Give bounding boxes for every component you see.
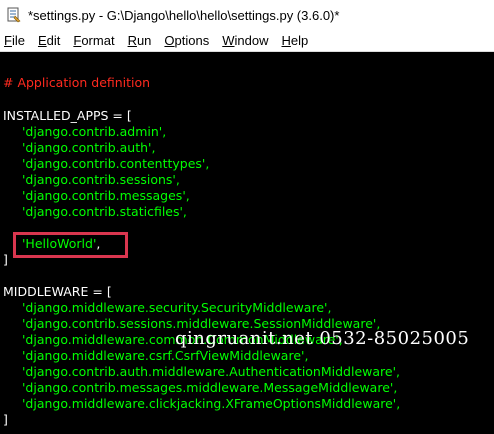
app-entry: 'django.contrib.staticfiles', bbox=[22, 204, 187, 219]
idle-editor-window: *settings.py - G:\Django\hello\hello\set… bbox=[0, 0, 494, 434]
title-bar[interactable]: *settings.py - G:\Django\hello\hello\set… bbox=[0, 0, 494, 30]
menu-file[interactable]: File bbox=[4, 33, 25, 48]
window-title: *settings.py - G:\Django\hello\hello\set… bbox=[28, 7, 340, 23]
watermark-text: qingruanit.net 0532-85025005 bbox=[175, 328, 470, 349]
menu-format[interactable]: Format bbox=[73, 33, 114, 48]
menu-window[interactable]: Window bbox=[222, 33, 268, 48]
menu-run[interactable]: Run bbox=[128, 33, 152, 48]
menu-file-label: ile bbox=[11, 33, 25, 48]
middleware-close: ] bbox=[3, 412, 8, 427]
menu-bar: File Edit Format Run Options Window Help bbox=[0, 30, 494, 52]
installed-apps-close: ] bbox=[3, 252, 8, 267]
code-editor[interactable]: # Application definition INSTALLED_APPS … bbox=[0, 53, 494, 434]
highlight-box bbox=[13, 232, 128, 258]
middleware-entry: 'django.middleware.clickjacking.XFrameOp… bbox=[22, 396, 401, 411]
menu-options[interactable]: Options bbox=[164, 33, 209, 48]
menu-help[interactable]: Help bbox=[282, 33, 309, 48]
menu-edit[interactable]: Edit bbox=[38, 33, 60, 48]
code-comment: # Application definition bbox=[3, 75, 151, 90]
python-file-icon bbox=[6, 7, 22, 23]
